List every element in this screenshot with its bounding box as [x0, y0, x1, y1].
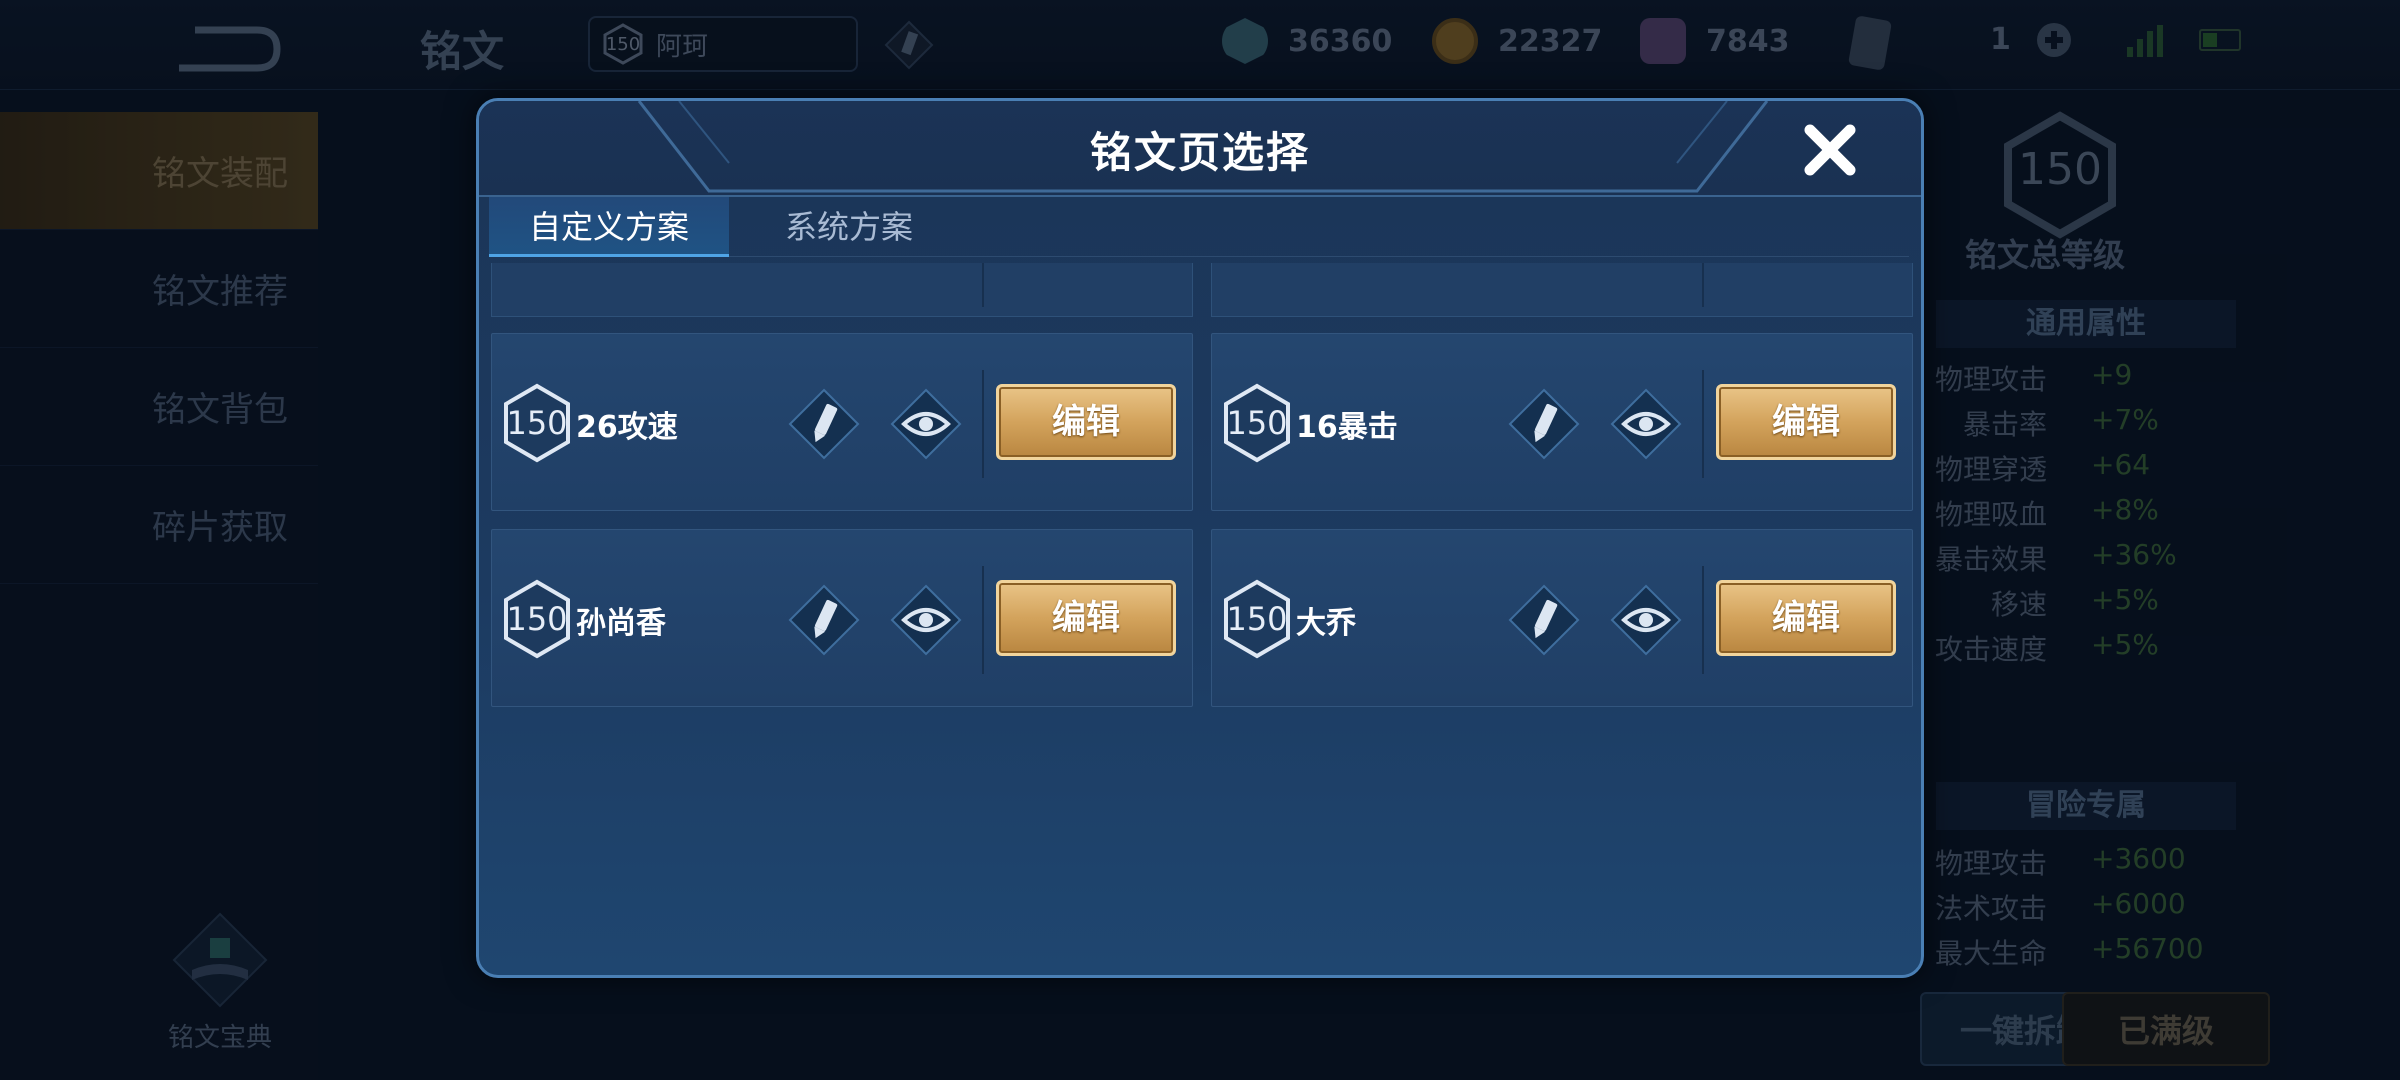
- divider: [1702, 370, 1704, 478]
- close-button[interactable]: [1799, 119, 1861, 181]
- dialog-header: 铭文页选择: [479, 101, 1921, 197]
- eye-icon: [890, 584, 962, 656]
- page-level-badge: 150: [1222, 383, 1292, 463]
- page-level-badge: 150: [502, 383, 572, 463]
- preview-page-button[interactable]: [1610, 388, 1682, 460]
- edit-button[interactable]: 编辑: [996, 384, 1176, 460]
- eye-icon: [1610, 584, 1682, 656]
- eye-icon: [1610, 388, 1682, 460]
- rune-page-card[interactable]: 150 大乔 编辑: [1211, 529, 1913, 707]
- edit-button[interactable]: 编辑: [996, 580, 1176, 656]
- divider: [1702, 566, 1704, 674]
- page-name: 大乔: [1296, 606, 1356, 641]
- rune-page-card[interactable]: 150 16暴击 编辑: [1211, 333, 1913, 511]
- tab-custom-scheme[interactable]: 自定义方案: [489, 197, 729, 257]
- rename-page-button[interactable]: [1508, 388, 1580, 460]
- rune-page-card[interactable]: 150 26攻速 编辑: [491, 333, 1193, 511]
- rune-page-select-dialog: 铭文页选择 自定义方案 系统方案 150 26攻速 编辑 150 16暴击 编辑…: [476, 98, 1924, 978]
- rename-page-button[interactable]: [1508, 584, 1580, 656]
- tab-system-scheme[interactable]: 系统方案: [729, 197, 969, 257]
- preview-page-button[interactable]: [890, 584, 962, 656]
- rune-page-card[interactable]: 150 孙尚香 编辑: [491, 529, 1193, 707]
- dialog-title: 铭文页选择: [1089, 128, 1310, 177]
- page-level-badge: 150: [502, 579, 572, 659]
- eye-icon: [890, 388, 962, 460]
- page-level-badge: 150: [1222, 579, 1292, 659]
- pen-icon: [1508, 584, 1580, 656]
- page-name: 16暴击: [1296, 410, 1398, 445]
- pen-icon: [1508, 388, 1580, 460]
- divider: [982, 566, 984, 674]
- page-name: 26攻速: [576, 410, 678, 445]
- page-name: 孙尚香: [576, 606, 666, 641]
- rune-page-card-partial[interactable]: [491, 263, 1193, 317]
- close-icon: [1804, 124, 1856, 176]
- rename-page-button[interactable]: [788, 388, 860, 460]
- divider: [982, 370, 984, 478]
- edit-button[interactable]: 编辑: [1716, 580, 1896, 656]
- pen-icon: [788, 388, 860, 460]
- preview-page-button[interactable]: [890, 388, 962, 460]
- rename-page-button[interactable]: [788, 584, 860, 656]
- preview-page-button[interactable]: [1610, 584, 1682, 656]
- pen-icon: [788, 584, 860, 656]
- scheme-tabs: 自定义方案 系统方案: [489, 197, 1909, 257]
- edit-button[interactable]: 编辑: [1716, 384, 1896, 460]
- rune-page-card-partial[interactable]: [1211, 263, 1913, 317]
